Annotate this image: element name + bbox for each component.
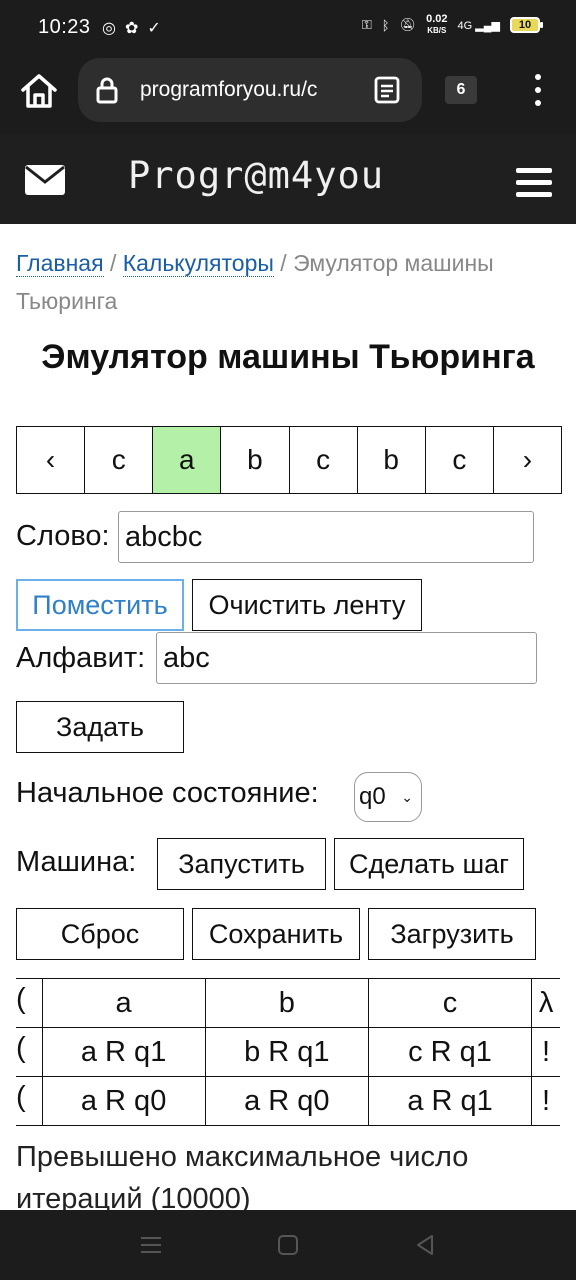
breadcrumb-calculators-link[interactable]: Калькуляторы <box>122 250 274 277</box>
chevron-down-icon: ⌄ <box>401 789 413 805</box>
sync-icon: ◎ <box>102 20 116 37</box>
mute-icon: 🔕︎ <box>399 17 417 32</box>
browser-toolbar: programforyou.ru/c 6 <box>0 58 576 134</box>
alphabet-input[interactable]: abc <box>156 632 537 684</box>
site-header: Progr@m4you <box>0 134 576 224</box>
rule-cell[interactable]: ! <box>531 1027 560 1077</box>
load-button[interactable]: Загрузить <box>368 908 536 960</box>
tape-cell-active[interactable]: a <box>153 427 222 493</box>
signal-icon: 4G ▂▄▆ <box>457 19 500 32</box>
breadcrumb: Главная / Калькуляторы / Эмулятор машины… <box>16 244 560 320</box>
tape-left-arrow[interactable]: ‹ <box>17 427 86 493</box>
bluetooth-icon: ᛒ <box>381 17 390 33</box>
status-system-icons: ⚿ ᛒ 🔕︎ 0.02 KB/S 4G ▂▄▆ 10 <box>361 14 543 36</box>
rules-table: ) a b c λ ) a R q1 b R q1 c R q1 ! ) a R… <box>16 978 560 1126</box>
table-header-cell: b <box>204 978 369 1028</box>
back-icon[interactable] <box>412 1232 438 1258</box>
table-row: ) a R q0 a R q0 a R q1 ! <box>16 1076 560 1126</box>
state-header-partial: ) <box>16 982 26 1015</box>
url-text: programforyou.ru/c <box>140 78 318 101</box>
initial-state-value: q0 <box>359 783 386 810</box>
table-header-cell: ) <box>16 978 42 1028</box>
status-bar: 10:23 ◎ ✿ ✓ ⚿ ᛒ 🔕︎ 0.02 KB/S 4G ▂▄▆ 10 <box>0 0 576 58</box>
address-bar[interactable]: programforyou.ru/c <box>78 58 422 122</box>
initial-state-label: Начальное состояние: <box>16 777 319 809</box>
breadcrumb-separator: / <box>280 250 287 276</box>
state-button-partial[interactable]: ) <box>16 1081 30 1114</box>
alphabet-label: Алфавит: <box>16 642 146 674</box>
status-time: 10:23 <box>38 16 91 38</box>
reset-button[interactable]: Сброс <box>16 908 184 960</box>
rule-cell[interactable]: b R q1 <box>204 1027 369 1077</box>
network-speed-unit: KB/S <box>427 26 447 35</box>
save-button[interactable]: Сохранить <box>192 908 360 960</box>
rule-cell[interactable]: ! <box>531 1076 560 1126</box>
network-speed-value: 0.02 <box>426 13 448 25</box>
more-options-icon[interactable] <box>528 72 548 108</box>
run-button[interactable]: Запустить <box>157 838 326 890</box>
iteration-error-message: Превышено максимальное число итераций (1… <box>16 1141 469 1215</box>
tabs-button[interactable]: 6 <box>445 76 477 104</box>
hamburger-menu-icon[interactable] <box>516 166 552 198</box>
app-notification-icon: ✿ <box>124 20 139 37</box>
home-icon[interactable] <box>18 70 60 112</box>
rule-cell[interactable]: a R q0 <box>41 1076 206 1126</box>
turing-tape: ‹ c a b c b c › <box>16 426 562 494</box>
state-button-partial[interactable]: ) <box>16 1032 30 1065</box>
tape-cell[interactable]: b <box>221 427 290 493</box>
rule-cell[interactable]: a R q1 <box>41 1027 206 1077</box>
page-title: Эмулятор машины Тьюринга <box>41 338 535 376</box>
rule-cell[interactable]: a R q1 <box>367 1076 532 1126</box>
rule-cell[interactable]: c R q1 <box>367 1027 532 1077</box>
rule-cell[interactable]: a R q0 <box>204 1076 369 1126</box>
breadcrumb-separator: / <box>109 250 117 276</box>
battery-icon: 10 <box>510 17 543 33</box>
system-navigation-bar <box>0 1210 576 1280</box>
word-input[interactable]: abcbc <box>118 511 534 563</box>
lock-icon <box>96 77 118 104</box>
vpn-icon: ⚿ <box>361 17 372 32</box>
state-cell: ) <box>16 1027 42 1077</box>
recent-apps-icon[interactable] <box>138 1232 164 1258</box>
place-button[interactable]: Поместить <box>16 579 184 631</box>
mail-icon[interactable] <box>24 164 66 196</box>
network-speed: 0.02 KB/S <box>426 14 447 36</box>
reader-mode-icon[interactable] <box>374 76 400 104</box>
state-cell: ) <box>16 1076 42 1126</box>
initial-state-select[interactable]: q0 ⌄ <box>354 772 422 822</box>
word-label: Слово: <box>16 520 110 552</box>
tape-cell[interactable]: c <box>290 427 358 493</box>
network-type: 4G <box>457 19 473 32</box>
breadcrumb-home-link[interactable]: Главная <box>16 250 104 277</box>
table-header-cell: c <box>367 978 532 1028</box>
site-logo[interactable]: Progr@m4you <box>128 154 384 197</box>
tape-cell[interactable]: c <box>426 427 494 493</box>
table-row: ) a R q1 b R q1 c R q1 ! <box>16 1027 560 1077</box>
set-alphabet-button[interactable]: Задать <box>16 701 184 753</box>
tape-cell[interactable]: c <box>85 427 154 493</box>
step-button[interactable]: Сделать шаг <box>334 838 524 890</box>
clear-tape-button[interactable]: Очистить ленту <box>192 579 422 631</box>
home-nav-icon[interactable] <box>275 1232 301 1258</box>
table-header-cell: a <box>41 978 206 1028</box>
tape-cell[interactable]: b <box>358 427 426 493</box>
table-header-cell: λ <box>531 978 560 1028</box>
tape-right-arrow[interactable]: › <box>494 427 561 493</box>
table-header-row: ) a b c λ <box>16 978 560 1028</box>
machine-label: Машина: <box>16 846 137 878</box>
check-icon: ✓ <box>147 20 161 37</box>
status-notification-icons: ◎ ✿ ✓ <box>102 18 161 38</box>
